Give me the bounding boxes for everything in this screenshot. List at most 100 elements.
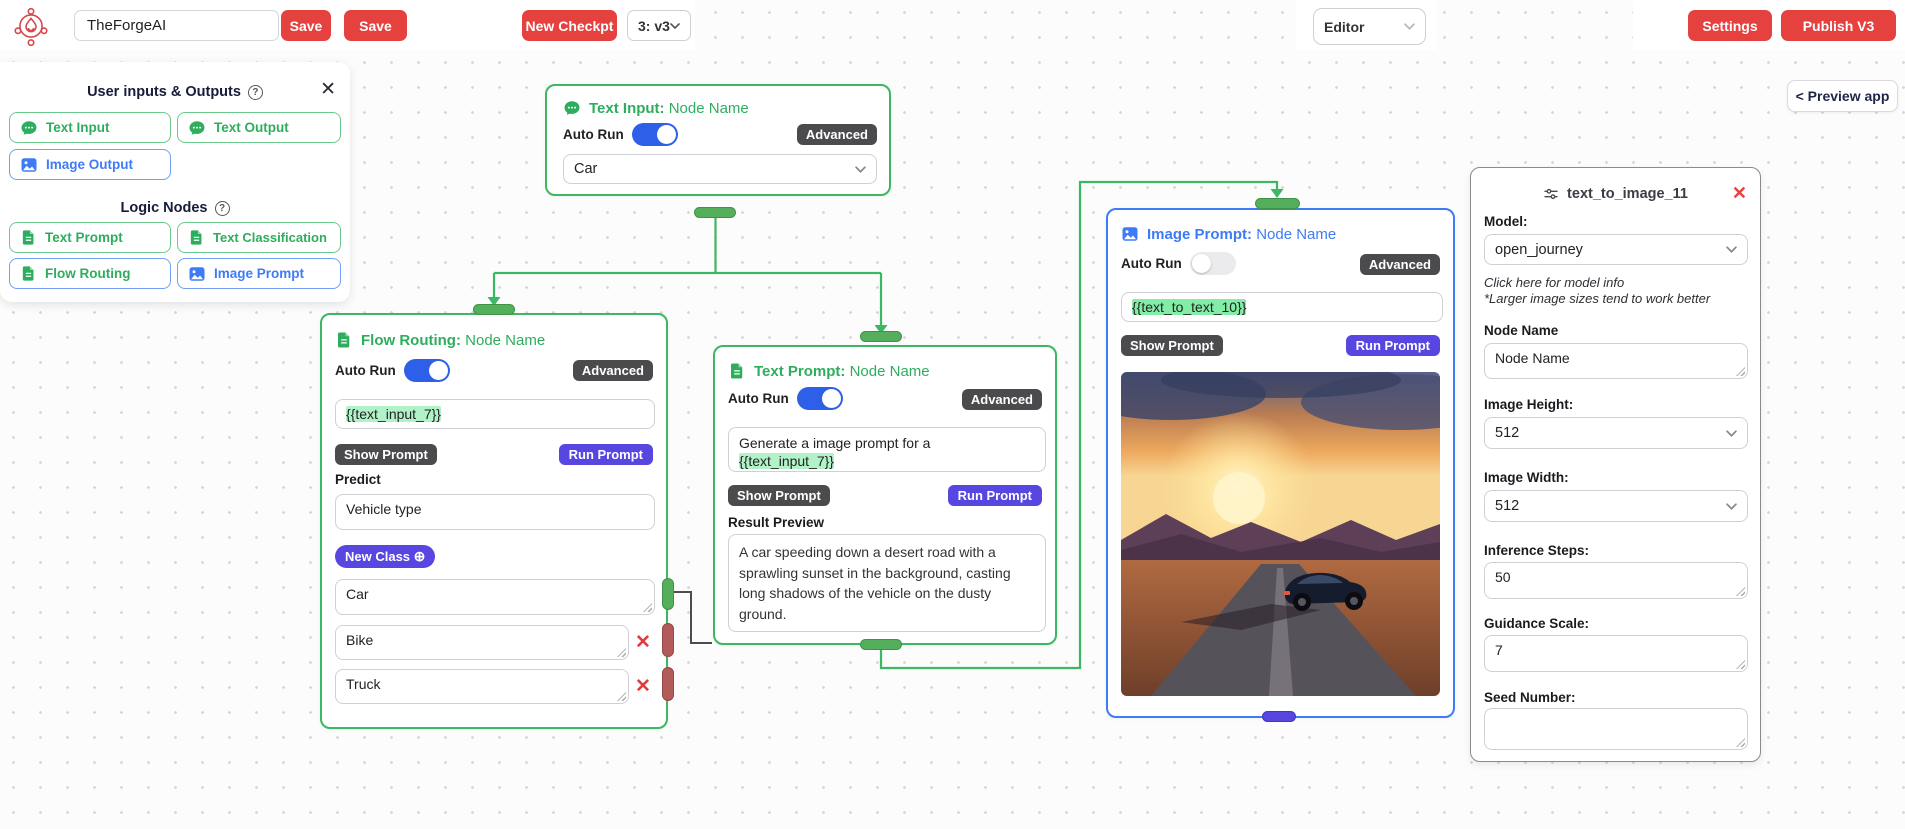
close-icon[interactable]: ✕ — [1732, 184, 1747, 202]
app-title-input[interactable] — [74, 10, 279, 41]
image-width-select[interactable]: 512 — [1484, 490, 1748, 522]
model-select[interactable]: open_journey — [1484, 234, 1748, 265]
plus-circle-icon: ⊕ — [414, 548, 426, 564]
node-inspector-panel: text_to_image_11 ✕ Model: open_journey C… — [1470, 167, 1761, 762]
advanced-button[interactable]: Advanced — [962, 389, 1042, 410]
advanced-button[interactable]: Advanced — [797, 124, 877, 145]
text-prompt-node[interactable]: Text Prompt: Node Name Auto Run Advanced… — [713, 345, 1057, 645]
document-icon — [188, 229, 205, 246]
class-input-bike[interactable]: Bike — [335, 625, 629, 660]
chevron-down-icon — [1404, 23, 1415, 30]
result-preview-box: A car speeding down a desert road with a… — [728, 534, 1046, 632]
text-input-node[interactable]: Text Input: Node Name Auto Run Advanced … — [545, 84, 891, 196]
node-title: Image Prompt: Node Name — [1147, 226, 1336, 243]
image-height-select[interactable]: 512 — [1484, 417, 1748, 449]
run-prompt-button[interactable]: Run Prompt — [948, 485, 1042, 506]
auto-run-toggle[interactable] — [1190, 252, 1236, 275]
advanced-button[interactable]: Advanced — [573, 360, 653, 381]
guidance-scale-label: Guidance Scale: — [1484, 616, 1589, 631]
show-prompt-button[interactable]: Show Prompt — [335, 444, 437, 465]
sidebar-item-image-prompt[interactable]: Image Prompt — [177, 258, 341, 289]
class-handle-car[interactable] — [662, 578, 674, 610]
run-prompt-button[interactable]: Run Prompt — [1346, 335, 1440, 356]
run-prompt-button[interactable]: Run Prompt — [559, 444, 653, 465]
node-name-input[interactable]: Node Name — [1484, 343, 1748, 379]
preview-app-button[interactable]: < Preview app — [1787, 80, 1898, 112]
delete-class-icon[interactable]: ✕ — [635, 677, 651, 696]
generated-image-preview — [1121, 372, 1440, 696]
new-checkpoint-button[interactable]: New Checkpt — [522, 10, 617, 41]
image-icon — [188, 265, 206, 283]
model-label: Model: — [1484, 214, 1528, 229]
help-icon[interactable]: ? — [215, 201, 230, 216]
auto-run-toggle[interactable] — [404, 359, 450, 382]
advanced-button[interactable]: Advanced — [1360, 254, 1440, 275]
guidance-scale-input[interactable]: 7 — [1484, 635, 1748, 672]
sidebar-item-text-input[interactable]: Text Input — [9, 112, 171, 143]
image-prompt-output-handle[interactable] — [1262, 711, 1296, 722]
show-prompt-button[interactable]: Show Prompt — [1121, 335, 1223, 356]
publish-button[interactable]: Publish V3 — [1781, 10, 1896, 41]
image-height-label: Image Height: — [1484, 397, 1573, 412]
seed-number-input[interactable] — [1484, 708, 1748, 750]
save-button[interactable]: Save — [281, 10, 331, 41]
predict-label: Predict — [335, 472, 381, 487]
image-prompt-input-handle[interactable] — [1255, 198, 1300, 209]
new-class-button[interactable]: New Class ⊕ — [335, 545, 435, 568]
inspector-title: text_to_image_11 — [1471, 186, 1760, 202]
inference-steps-label: Inference Steps: — [1484, 543, 1589, 558]
flow-editor-canvas[interactable]: Save Save New Checkpt 3: v3 Editor Setti… — [0, 0, 1905, 829]
class-handle-truck[interactable] — [662, 667, 674, 701]
text-prompt-output-handle[interactable] — [860, 639, 902, 650]
text-input-output-handle[interactable] — [694, 207, 736, 218]
text-input-value-select[interactable]: Car — [563, 154, 877, 184]
node-title: Flow Routing: Node Name — [361, 332, 545, 349]
sidebar-item-text-prompt[interactable]: Text Prompt — [9, 222, 171, 253]
model-info-link[interactable]: Click here for model info — [1484, 275, 1624, 290]
sidebar-item-flow-routing[interactable]: Flow Routing — [9, 258, 171, 289]
chat-bubble-icon — [188, 119, 206, 137]
sidebar-item-image-output[interactable]: Image Output — [9, 149, 171, 180]
chevron-down-icon — [670, 23, 680, 29]
image-icon — [20, 156, 38, 174]
save-button-2[interactable]: Save — [344, 10, 407, 41]
document-icon — [728, 362, 746, 380]
sidebar-item-text-output[interactable]: Text Output — [177, 112, 341, 143]
image-width-label: Image Width: — [1484, 470, 1569, 485]
role-select[interactable]: Editor — [1313, 8, 1426, 45]
settings-button[interactable]: Settings — [1688, 10, 1772, 41]
document-icon — [335, 331, 353, 349]
text-prompt-input-handle[interactable] — [860, 331, 902, 342]
inference-steps-input[interactable]: 50 — [1484, 562, 1748, 599]
auto-run-toggle[interactable] — [797, 387, 843, 410]
node-name-label: Node Name — [1484, 323, 1558, 338]
routing-input-field[interactable]: {{text_input_7}} — [335, 399, 655, 429]
sidebar-item-text-classification[interactable]: Text Classification — [177, 222, 341, 253]
seed-number-label: Seed Number: — [1484, 690, 1576, 705]
predict-input[interactable]: Vehicle type — [335, 494, 655, 530]
auto-run-label: Auto Run — [1121, 256, 1182, 271]
image-icon — [1121, 225, 1139, 243]
app-logo — [12, 3, 50, 54]
auto-run-toggle[interactable] — [632, 123, 678, 146]
class-handle-bike[interactable] — [662, 623, 674, 657]
prompt-textarea[interactable]: Generate a image prompt for a {{text_inp… — [728, 427, 1046, 472]
class-input-car[interactable]: Car — [335, 579, 655, 615]
help-icon[interactable]: ? — [248, 85, 263, 100]
image-prompt-input-field[interactable]: {{text_to_text_10}} — [1121, 292, 1443, 322]
delete-class-icon[interactable]: ✕ — [635, 633, 651, 652]
image-prompt-node[interactable]: Image Prompt: Node Name Auto Run Advance… — [1106, 208, 1455, 718]
auto-run-label: Auto Run — [335, 363, 396, 378]
close-icon[interactable]: ✕ — [320, 80, 336, 99]
palette-inputs-title: User inputs & Outputs ? — [0, 84, 350, 100]
show-prompt-button[interactable]: Show Prompt — [728, 485, 830, 506]
version-select[interactable]: 3: v3 — [627, 10, 691, 41]
flow-routing-node[interactable]: Flow Routing: Node Name Auto Run Advance… — [320, 313, 668, 729]
chevron-down-icon — [855, 166, 866, 173]
document-icon — [20, 265, 37, 282]
flow-routing-input-handle[interactable] — [473, 304, 515, 315]
chevron-down-icon — [1726, 430, 1737, 437]
sliders-icon — [1543, 186, 1559, 202]
class-input-truck[interactable]: Truck — [335, 669, 629, 704]
chevron-down-icon — [1726, 503, 1737, 510]
